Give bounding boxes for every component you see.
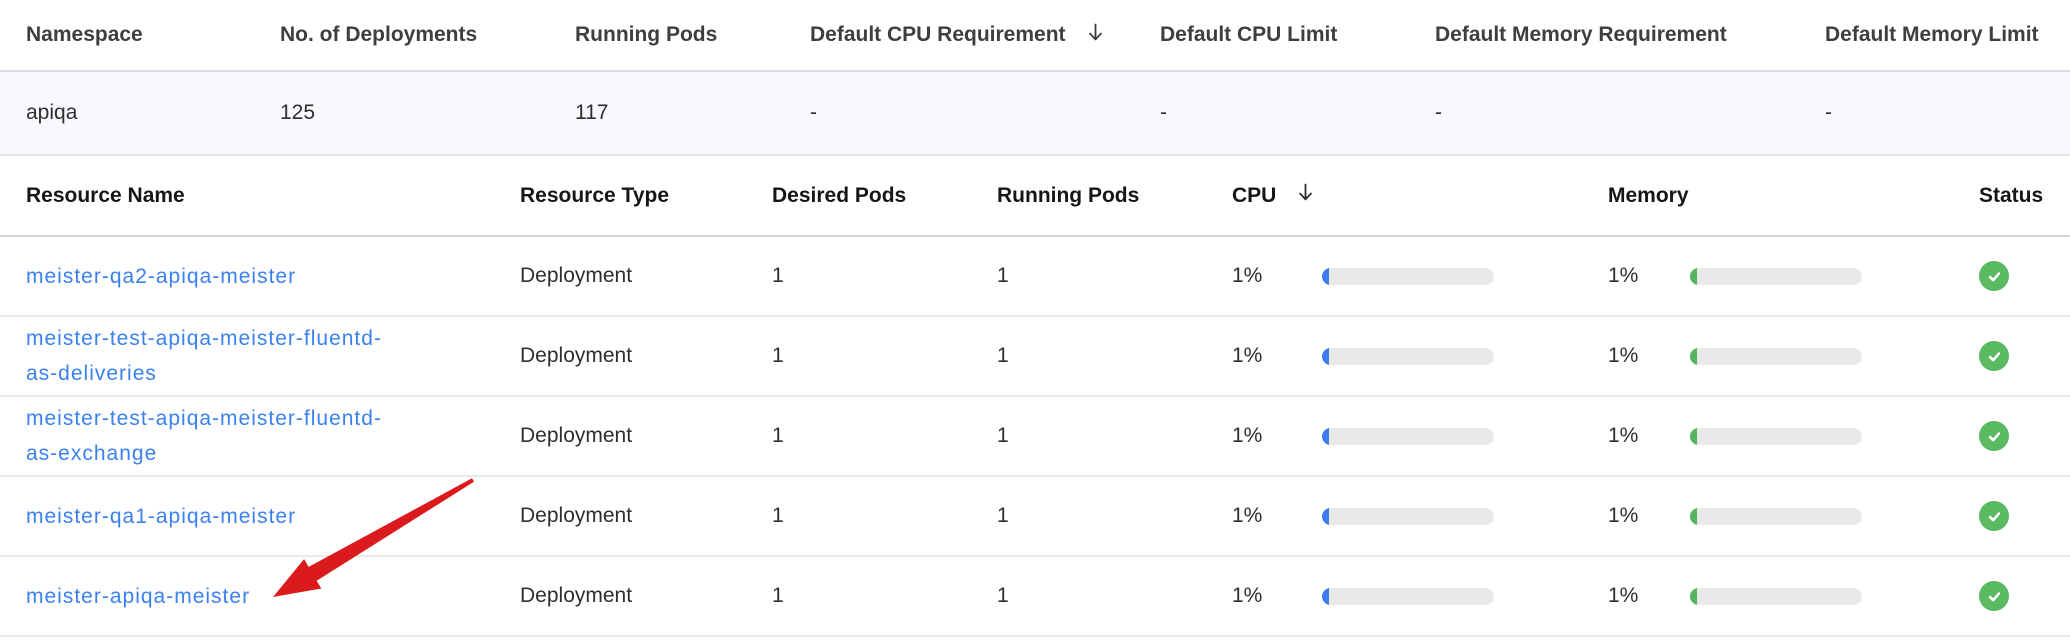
resource-name-link[interactable]: meister-qa1-apiqa-meister (26, 499, 396, 534)
cpu-usage-fill (1322, 588, 1329, 605)
memory-percent: 1% (1608, 584, 1690, 608)
status-ok-icon (1979, 421, 2009, 451)
sort-descending-icon (1298, 183, 1313, 208)
namespace-detail-view: Namespace No. of Deployments Running Pod… (0, 0, 2070, 642)
memory-usage-fill (1690, 348, 1697, 365)
default-cpu-requirement-value: - (810, 101, 1160, 125)
memory-usage-fill (1690, 428, 1697, 445)
table-row: meister-qa2-apiqa-meister Deployment 1 1… (0, 237, 2070, 317)
resource-type: Deployment (520, 264, 772, 288)
memory-usage-fill (1690, 588, 1697, 605)
col-header-resource-name: Resource Name (0, 184, 520, 208)
namespace-name: apiqa (0, 101, 280, 125)
cpu-usage-fill (1322, 268, 1329, 285)
desired-pods-value: 1 (772, 344, 997, 368)
cpu-percent: 1% (1232, 344, 1322, 368)
col-header-label: Default CPU Requirement (810, 23, 1066, 47)
resource-table-header: Resource Name Resource Type Desired Pods… (0, 156, 2070, 237)
col-header-running-pods: Running Pods (997, 184, 1232, 208)
cpu-usage-bar (1322, 428, 1494, 445)
default-memory-requirement-value: - (1435, 101, 1825, 125)
deployments-count: 125 (280, 101, 575, 125)
running-pods-count: 117 (575, 101, 810, 125)
namespace-table: Namespace No. of Deployments Running Pod… (0, 0, 2070, 156)
status-ok-icon (1979, 341, 2009, 371)
resource-type: Deployment (520, 344, 772, 368)
default-memory-limit-value: - (1825, 101, 2070, 125)
memory-percent: 1% (1608, 504, 1690, 528)
col-header-status: Status (1977, 184, 2070, 208)
resource-name-link[interactable]: meister-apiqa-meister (26, 579, 396, 614)
memory-usage-fill (1690, 268, 1697, 285)
namespace-table-header: Namespace No. of Deployments Running Pod… (0, 0, 2070, 72)
memory-percent: 1% (1608, 264, 1690, 288)
cpu-percent: 1% (1232, 424, 1322, 448)
table-row: meister-test-apiqa-meister-fluentd-as-ex… (0, 397, 2070, 477)
status-ok-icon (1979, 261, 2009, 291)
memory-percent: 1% (1608, 424, 1690, 448)
table-row: meister-test-apiqa-meister-fluentd-as-de… (0, 317, 2070, 397)
running-pods-value: 1 (997, 264, 1232, 288)
desired-pods-value: 1 (772, 424, 997, 448)
memory-usage-bar (1690, 588, 1862, 605)
resource-type: Deployment (520, 424, 772, 448)
cpu-percent: 1% (1232, 504, 1322, 528)
table-row: meister-qa1-apiqa-meister Deployment 1 1… (0, 477, 2070, 557)
cpu-usage-bar (1322, 508, 1494, 525)
running-pods-value: 1 (997, 504, 1232, 528)
resource-table: Resource Name Resource Type Desired Pods… (0, 156, 2070, 637)
cpu-usage-fill (1322, 508, 1329, 525)
resource-table-body: meister-qa2-apiqa-meister Deployment 1 1… (0, 237, 2070, 637)
running-pods-value: 1 (997, 344, 1232, 368)
col-header-default-memory-requirement: Default Memory Requirement (1435, 23, 1825, 47)
table-row: meister-apiqa-meister Deployment 1 1 1% … (0, 557, 2070, 637)
cpu-usage-bar (1322, 588, 1494, 605)
col-header-default-cpu-limit: Default CPU Limit (1160, 23, 1435, 47)
cpu-usage-fill (1322, 348, 1329, 365)
status-ok-icon (1979, 581, 2009, 611)
resource-type: Deployment (520, 584, 772, 608)
desired-pods-value: 1 (772, 264, 997, 288)
col-header-resource-type: Resource Type (520, 184, 772, 208)
col-header-namespace: Namespace (0, 23, 280, 47)
memory-usage-bar (1690, 268, 1862, 285)
memory-usage-bar (1690, 348, 1862, 365)
running-pods-value: 1 (997, 424, 1232, 448)
resource-name-link[interactable]: meister-test-apiqa-meister-fluentd-as-de… (26, 321, 396, 391)
desired-pods-value: 1 (772, 584, 997, 608)
sort-descending-icon (1088, 23, 1103, 48)
namespace-row[interactable]: apiqa 125 117 - - - - (0, 72, 2070, 156)
memory-usage-bar (1690, 428, 1862, 445)
cpu-percent: 1% (1232, 584, 1322, 608)
memory-usage-bar (1690, 508, 1862, 525)
col-header-desired-pods: Desired Pods (772, 184, 997, 208)
memory-usage-fill (1690, 508, 1697, 525)
resource-type: Deployment (520, 504, 772, 528)
cpu-usage-fill (1322, 428, 1329, 445)
resource-name-link[interactable]: meister-qa2-apiqa-meister (26, 259, 396, 294)
running-pods-value: 1 (997, 584, 1232, 608)
cpu-usage-bar (1322, 268, 1494, 285)
col-header-memory: Memory (1608, 184, 1977, 208)
col-header-default-cpu-requirement[interactable]: Default CPU Requirement (810, 23, 1160, 48)
col-header-label: CPU (1232, 184, 1276, 208)
cpu-percent: 1% (1232, 264, 1322, 288)
status-ok-icon (1979, 501, 2009, 531)
col-header-cpu[interactable]: CPU (1232, 183, 1608, 208)
resource-name-link[interactable]: meister-test-apiqa-meister-fluentd-as-ex… (26, 401, 396, 471)
col-header-default-memory-limit: Default Memory Limit (1825, 23, 2070, 47)
memory-percent: 1% (1608, 344, 1690, 368)
col-header-deployments: No. of Deployments (280, 23, 575, 47)
desired-pods-value: 1 (772, 504, 997, 528)
cpu-usage-bar (1322, 348, 1494, 365)
default-cpu-limit-value: - (1160, 101, 1435, 125)
col-header-running-pods: Running Pods (575, 23, 810, 47)
